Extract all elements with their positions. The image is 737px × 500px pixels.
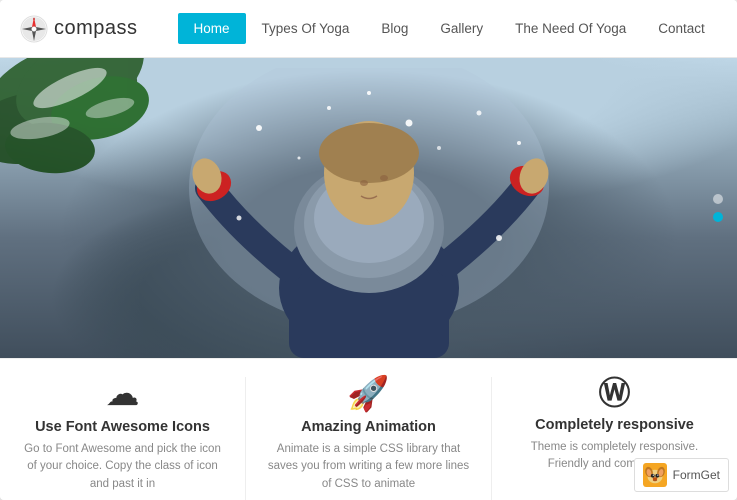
feature-desc-1: Go to Font Awesome and pick the icon of … (20, 441, 225, 493)
nav-gallery[interactable]: Gallery (424, 13, 499, 44)
nav-home[interactable]: Home (178, 13, 246, 44)
child-figure (179, 68, 559, 358)
formget-badge: FormGet (634, 458, 729, 492)
nav-types-of-yoga[interactable]: Types Of Yoga (246, 13, 366, 44)
nav-blog[interactable]: Blog (365, 13, 424, 44)
feature-title-1: Use Font Awesome Icons (35, 419, 210, 435)
navigation: compass Home Types Of Yoga Blog Gallery … (0, 0, 737, 58)
hero-banner (0, 58, 737, 358)
logo-text: compass (54, 17, 138, 40)
wordpress-icon: Ⓦ (598, 377, 630, 409)
features-section: ☁ Use Font Awesome Icons Go to Font Awes… (0, 358, 737, 500)
nav-need-of-yoga[interactable]: The Need Of Yoga (499, 13, 642, 44)
nav-links: Home Types Of Yoga Blog Gallery The Need… (178, 13, 721, 44)
logo[interactable]: compass (20, 15, 138, 43)
feature-animation: 🚀 Amazing Animation Animate is a simple … (246, 377, 492, 500)
formget-label: FormGet (673, 468, 720, 482)
compass-icon (20, 15, 48, 43)
cloud-icon: ☁ (106, 377, 140, 411)
pagination-dot-2[interactable] (713, 212, 723, 222)
feature-title-2: Amazing Animation (301, 419, 436, 435)
feature-title-3: Completely responsive (535, 417, 694, 433)
pagination-dot-1[interactable] (713, 194, 723, 204)
feature-font-awesome: ☁ Use Font Awesome Icons Go to Font Awes… (0, 377, 246, 500)
formget-icon (643, 463, 667, 487)
rocket-icon: 🚀 (347, 377, 389, 411)
nav-contact[interactable]: Contact (642, 13, 721, 44)
hero-pagination (713, 194, 723, 222)
feature-desc-2: Animate is a simple CSS library that sav… (266, 441, 471, 493)
hero-image (0, 58, 737, 358)
